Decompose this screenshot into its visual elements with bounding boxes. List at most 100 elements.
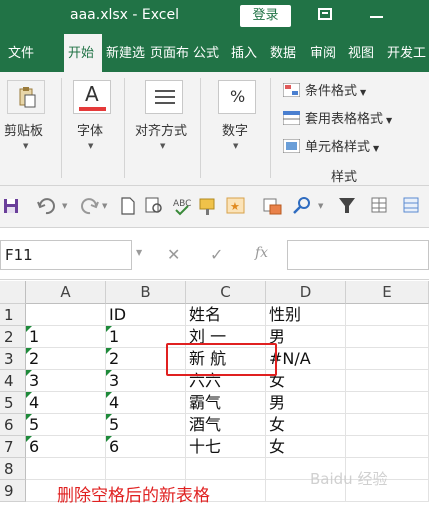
enter-icon[interactable]: ✓: [210, 245, 223, 264]
cell-style-button[interactable]: 单元格样式 ▼: [282, 136, 379, 158]
cell-a2[interactable]: 1: [26, 326, 106, 348]
cell-d2[interactable]: 男: [266, 326, 346, 348]
cell-a4[interactable]: 3: [26, 370, 106, 392]
tab-data[interactable]: 数据: [270, 34, 300, 72]
table-format-label: 套用表格格式: [305, 112, 384, 127]
star-icon[interactable]: ★: [226, 196, 246, 216]
cell-e1[interactable]: [346, 304, 429, 326]
row-header-7[interactable]: 7: [0, 436, 26, 458]
cell-d5[interactable]: 男: [266, 392, 346, 414]
cell-b6[interactable]: 5: [106, 414, 186, 436]
cell-a7[interactable]: 6: [26, 436, 106, 458]
sort-icon[interactable]: [370, 196, 390, 216]
cell-a1[interactable]: [26, 304, 106, 326]
row-header-1[interactable]: 1: [0, 304, 26, 326]
cell-a5[interactable]: 4: [26, 392, 106, 414]
cell-e6[interactable]: [346, 414, 429, 436]
cell-d4[interactable]: 女: [266, 370, 346, 392]
cell-c7[interactable]: 十七: [186, 436, 266, 458]
undo-icon[interactable]: [36, 196, 60, 216]
filter-icon[interactable]: [338, 196, 356, 216]
format-painter-icon[interactable]: [198, 196, 220, 216]
tab-file[interactable]: 文件: [8, 34, 46, 72]
column-header-b[interactable]: B: [106, 281, 186, 304]
tab-insert[interactable]: 插入: [231, 34, 261, 72]
redo-dropdown-icon[interactable]: ▼: [102, 202, 107, 222]
tab-home[interactable]: 开始: [64, 34, 102, 72]
grid-icon[interactable]: [402, 196, 422, 216]
cell-c5[interactable]: 霸气: [186, 392, 266, 414]
row-header-9[interactable]: 9: [0, 480, 26, 502]
svg-text:ABC: ABC: [173, 199, 191, 209]
font-caret[interactable]: ▼: [88, 142, 93, 150]
number-caret[interactable]: ▼: [233, 142, 238, 150]
conditional-format-button[interactable]: 条件格式 ▼: [282, 80, 366, 102]
cell-d1[interactable]: 性别: [266, 304, 346, 326]
cell-e5[interactable]: [346, 392, 429, 414]
tab-review[interactable]: 审阅: [310, 34, 340, 72]
undo-dropdown-icon[interactable]: ▼: [62, 202, 67, 222]
tab-new[interactable]: 新建选: [106, 34, 146, 72]
caption-note: 删除空格后的新表格: [57, 486, 210, 506]
cell-d7[interactable]: 女: [266, 436, 346, 458]
restore-icon[interactable]: [318, 8, 332, 20]
clipboard-caret[interactable]: ▼: [23, 142, 28, 150]
function-icon[interactable]: fx: [255, 245, 268, 261]
row-header-8[interactable]: 8: [0, 458, 26, 480]
search-icon[interactable]: [292, 196, 312, 216]
column-header-c[interactable]: C: [186, 281, 266, 304]
column-header-a[interactable]: A: [26, 281, 106, 304]
cell-e4[interactable]: [346, 370, 429, 392]
search-dropdown-icon[interactable]: ▼: [318, 202, 323, 222]
cell-c8[interactable]: [186, 458, 266, 480]
select-all-corner[interactable]: [0, 281, 26, 304]
cell-a3[interactable]: 2: [26, 348, 106, 370]
percent-icon[interactable]: %: [218, 80, 256, 114]
cell-d6[interactable]: 女: [266, 414, 346, 436]
row-header-6[interactable]: 6: [0, 414, 26, 436]
cell-b8[interactable]: [106, 458, 186, 480]
new-file-icon[interactable]: [120, 196, 136, 216]
ribbon-tabs: 文件 开始 新建选 页面布 公式 插入 数据 审阅 视图 开发工: [0, 34, 429, 72]
cell-b7[interactable]: 6: [106, 436, 186, 458]
align-caret[interactable]: ▼: [160, 142, 165, 150]
row-header-3[interactable]: 3: [0, 348, 26, 370]
cell-b5[interactable]: 4: [106, 392, 186, 414]
align-icon[interactable]: [145, 80, 183, 114]
redo-icon[interactable]: [78, 196, 102, 216]
clipboard-icon[interactable]: [7, 80, 45, 114]
spell-check-icon[interactable]: ABC: [172, 196, 192, 216]
cell-e2[interactable]: [346, 326, 429, 348]
cancel-icon[interactable]: ✕: [167, 245, 180, 264]
column-header-d[interactable]: D: [266, 281, 346, 304]
tab-developer[interactable]: 开发工: [387, 34, 429, 72]
print-preview-icon[interactable]: [144, 196, 164, 216]
row-header-5[interactable]: 5: [0, 392, 26, 414]
cell-a8[interactable]: [26, 458, 106, 480]
font-icon[interactable]: A: [73, 80, 111, 114]
minimize-icon[interactable]: [370, 16, 383, 18]
name-box-dropdown-icon[interactable]: ▼: [136, 248, 142, 257]
tab-page-layout[interactable]: 页面布: [150, 34, 190, 72]
cell-c6[interactable]: 酒气: [186, 414, 266, 436]
name-box[interactable]: F11: [0, 240, 132, 270]
cell-e3[interactable]: [346, 348, 429, 370]
cell-d3[interactable]: #N/A: [266, 348, 346, 370]
tab-formulas[interactable]: 公式: [193, 34, 223, 72]
image-icon[interactable]: [262, 196, 284, 216]
login-button[interactable]: 登录: [240, 5, 291, 27]
watermark: Baidu 经验: [310, 470, 388, 488]
row-header-2[interactable]: 2: [0, 326, 26, 348]
table-format-button[interactable]: 套用表格格式 ▼: [282, 108, 392, 130]
cell-e7[interactable]: [346, 436, 429, 458]
formula-input[interactable]: [287, 240, 429, 270]
tab-view[interactable]: 视图: [348, 34, 378, 72]
formula-bar: F11 ▼ ✕ ✓ fx: [0, 228, 429, 280]
font-label: 字体: [77, 124, 104, 139]
cell-a6[interactable]: 5: [26, 414, 106, 436]
column-header-e[interactable]: E: [346, 281, 429, 304]
row-header-4[interactable]: 4: [0, 370, 26, 392]
save-icon[interactable]: [3, 196, 21, 216]
cell-b1[interactable]: ID: [106, 304, 186, 326]
cell-c1[interactable]: 姓名: [186, 304, 266, 326]
